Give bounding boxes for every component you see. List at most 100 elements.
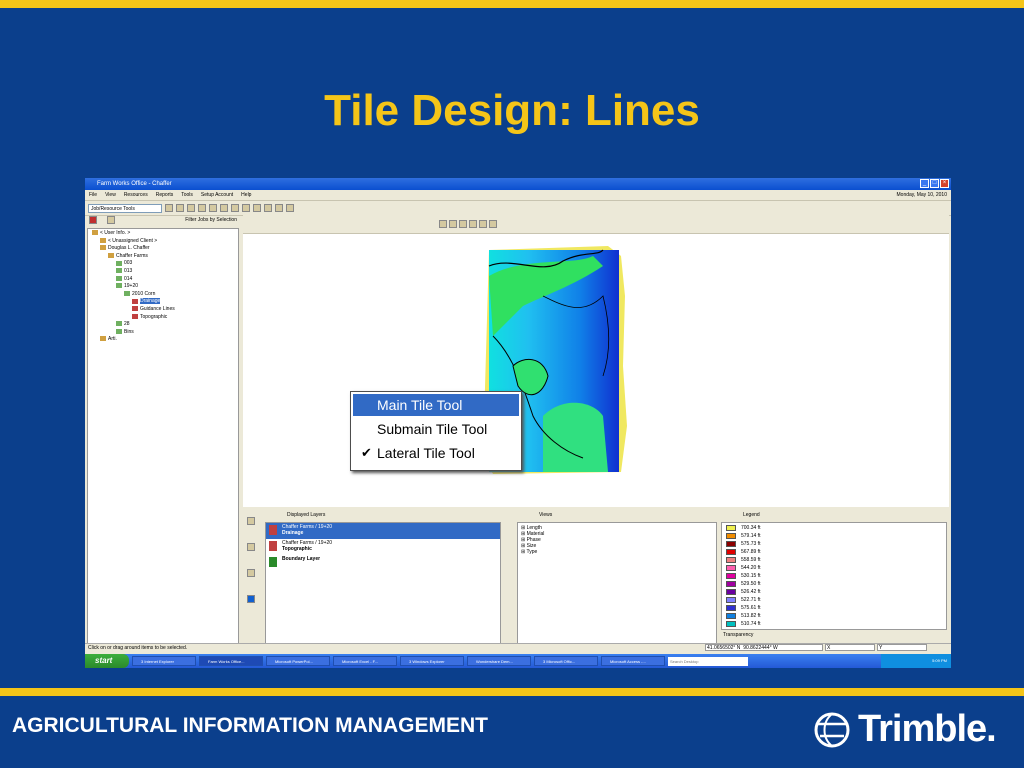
tree-item[interactable]: Drainage bbox=[88, 298, 238, 306]
taskbar-button[interactable]: 3 Microsoft Offic... bbox=[534, 656, 598, 666]
measure-icon[interactable] bbox=[469, 220, 477, 228]
displayed-layers-list: Chaffer Farms / 19+20 Drainage Chaffer Far… bbox=[265, 522, 501, 644]
menu-setup-account[interactable]: Setup Account bbox=[201, 190, 233, 200]
tree-item[interactable]: 014 bbox=[88, 276, 238, 284]
tree-item[interactable]: 2010 Corn bbox=[88, 291, 238, 299]
map-toolbar bbox=[243, 215, 949, 234]
dropdown-item[interactable]: Main Tile Tool bbox=[353, 394, 519, 416]
dropdown-item[interactable]: Submain Tile Tool bbox=[353, 418, 519, 440]
taskbar-button[interactable]: Microsoft Access -... bbox=[601, 656, 665, 666]
select-icon[interactable] bbox=[489, 220, 497, 228]
tree-item[interactable]: Arti. bbox=[88, 336, 238, 344]
folder-icon bbox=[92, 230, 98, 236]
legend-entry: 575.61 ft bbox=[722, 604, 946, 612]
legend-entry: 567.89 ft bbox=[722, 548, 946, 556]
info-icon[interactable] bbox=[247, 595, 255, 603]
tree-item[interactable]: 19+20 bbox=[88, 283, 238, 291]
bottom-stripe bbox=[0, 688, 1024, 696]
close-button[interactable]: × bbox=[940, 179, 949, 188]
tree-item[interactable]: Douglas L. Chaffer bbox=[88, 245, 238, 253]
menu-tools[interactable]: Tools bbox=[181, 190, 193, 200]
folder-icon bbox=[100, 245, 106, 251]
tree-item-label: Arti. bbox=[108, 336, 117, 343]
lat-lon-readout: 41.0656502° N 90.8622444° W bbox=[705, 644, 823, 651]
view-item[interactable]: ⊞ Type bbox=[518, 549, 716, 555]
dropdown-item-label: Lateral Tile Tool bbox=[377, 445, 475, 461]
folder-icon bbox=[100, 237, 106, 243]
taskbar-button[interactable]: Wondershare Dem... bbox=[467, 656, 531, 666]
tree-tool-icon[interactable] bbox=[107, 216, 115, 224]
toolbar-icon[interactable] bbox=[286, 204, 294, 212]
start-button[interactable]: start bbox=[85, 654, 129, 668]
layer-item[interactable]: Boundary Layer bbox=[266, 555, 500, 571]
legend-label: 530.15 ft bbox=[741, 573, 761, 579]
layer-name: Boundary Layer bbox=[282, 556, 321, 562]
taskbar-button[interactable]: 3 Internet Explorer bbox=[132, 656, 196, 666]
tree-item[interactable]: < Unassigned Client > bbox=[88, 238, 238, 246]
layer-icon[interactable] bbox=[479, 220, 487, 228]
toolbar-icon[interactable] bbox=[176, 204, 184, 212]
toolbar-icon[interactable] bbox=[242, 204, 250, 212]
legend-list: 700.34 ft 579.14 ft 575.73 ft 567.89 ft 558.… bbox=[721, 522, 947, 630]
legend-entry: 558.59 ft bbox=[722, 556, 946, 564]
taskbar-button[interactable]: Microsoft PowerPoi... bbox=[266, 656, 330, 666]
job-resource-combo[interactable]: Job/Resource Tools bbox=[88, 203, 162, 213]
legend-label: 544.20 ft bbox=[741, 565, 761, 571]
filter-jobs-label[interactable]: Filter Jobs by Selection bbox=[185, 217, 237, 223]
legend-panel: Legend 700.34 ft 579.14 ft 575.73 ft 567.89… bbox=[721, 509, 947, 644]
toolbar-icon[interactable] bbox=[264, 204, 272, 212]
zoom-in-icon[interactable] bbox=[439, 220, 447, 228]
taskbar-button[interactable]: 3 Windows Explorer bbox=[400, 656, 464, 666]
bottom-panels: Displayed Layers Chaffer Farms / 19+20 Dr… bbox=[243, 509, 949, 644]
layer-name: Topographic bbox=[282, 546, 312, 552]
taskbar-button[interactable]: Microsoft Excel - F... bbox=[333, 656, 397, 666]
minimize-button[interactable]: _ bbox=[920, 179, 929, 188]
menu-file[interactable]: File bbox=[89, 190, 97, 200]
toolbar-icon[interactable] bbox=[253, 204, 261, 212]
legend-entry: 700.34 ft bbox=[722, 524, 946, 532]
menu-bar: File View Resources Reports Tools Setup … bbox=[85, 190, 951, 201]
tree-item-label: Topographic bbox=[140, 313, 168, 320]
layer-tool-icon[interactable] bbox=[247, 517, 255, 525]
toolbar-icon[interactable] bbox=[220, 204, 228, 212]
legend-label: 522.71 ft bbox=[741, 597, 761, 603]
dropdown-item[interactable]: ✔ Lateral Tile Tool bbox=[353, 442, 519, 464]
layer-item[interactable]: Chaffer Farms / 19+20 Drainage bbox=[266, 523, 500, 539]
toolbar-icon[interactable] bbox=[209, 204, 217, 212]
menu-view[interactable]: View bbox=[105, 190, 116, 200]
tree-item[interactable]: Guidance Lines bbox=[88, 306, 238, 314]
tree-item[interactable]: Topographic bbox=[88, 314, 238, 322]
tree-item[interactable]: Bins bbox=[88, 329, 238, 337]
tree-item[interactable]: < User Info. > bbox=[88, 230, 238, 238]
folder-icon bbox=[116, 321, 122, 327]
tree-item[interactable]: 003 bbox=[88, 260, 238, 268]
folder-icon bbox=[108, 252, 114, 258]
toolbar-icon[interactable] bbox=[231, 204, 239, 212]
tree-item[interactable]: Chaffer Farms bbox=[88, 253, 238, 261]
toolbar-icon[interactable] bbox=[198, 204, 206, 212]
tree-toolbar: Filter Jobs by Selection bbox=[87, 215, 239, 227]
tree-tool-icon[interactable] bbox=[89, 216, 97, 224]
layer-name: Drainage bbox=[282, 530, 304, 536]
windows-taskbar: start 3 Internet Explorer Farm Works Offi… bbox=[85, 654, 951, 668]
toolbar-icon[interactable] bbox=[275, 204, 283, 212]
toolbar-icon[interactable] bbox=[187, 204, 195, 212]
tree-item[interactable]: 28 bbox=[88, 321, 238, 329]
zoom-out-icon[interactable] bbox=[449, 220, 457, 228]
menu-help[interactable]: Help bbox=[241, 190, 251, 200]
transparency-label: Transparency bbox=[723, 632, 754, 638]
folder-icon bbox=[116, 268, 122, 274]
taskbar-button[interactable]: Farm Works Office... bbox=[199, 656, 263, 666]
layer-item[interactable]: Chaffer Farms / 19+20 Topographic bbox=[266, 539, 500, 555]
tree-item[interactable]: 013 bbox=[88, 268, 238, 276]
pan-icon[interactable] bbox=[459, 220, 467, 228]
layer-tool-icon[interactable] bbox=[247, 543, 255, 551]
menu-resources[interactable]: Resources bbox=[124, 190, 148, 200]
layer-icon bbox=[269, 525, 277, 535]
legend-entry: 575.73 ft bbox=[722, 540, 946, 548]
layer-tool-icon[interactable] bbox=[247, 569, 255, 577]
toolbar-icon[interactable] bbox=[165, 204, 173, 212]
search-desktop-field[interactable]: Search Desktop bbox=[668, 656, 748, 666]
maximize-button[interactable]: □ bbox=[930, 179, 939, 188]
menu-reports[interactable]: Reports bbox=[156, 190, 174, 200]
